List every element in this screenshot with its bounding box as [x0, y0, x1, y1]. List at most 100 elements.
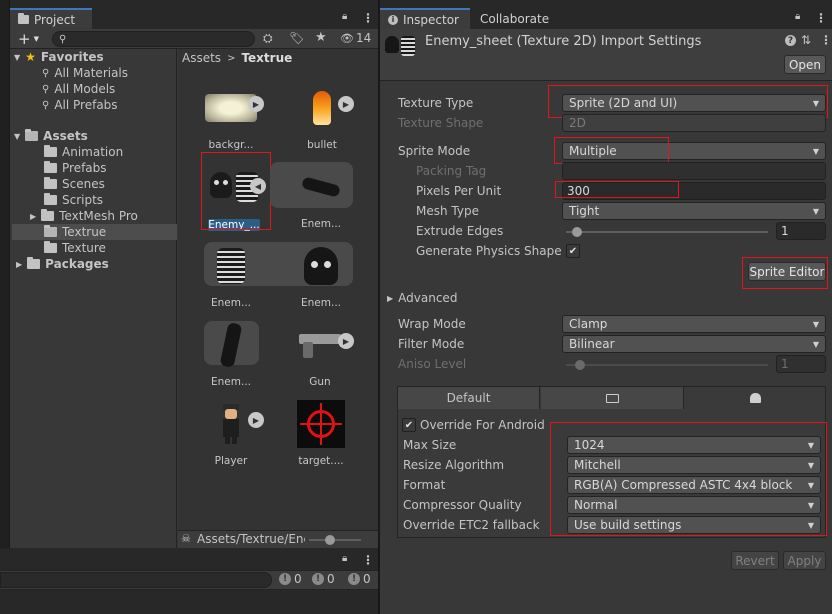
generate-physics-label: Generate Physics Shape [416, 244, 562, 258]
filter-mode-label: Filter Mode [398, 337, 465, 351]
asset-tile[interactable]: ▶ Gun [280, 316, 360, 388]
tree-folder-texture[interactable]: Texture [44, 240, 106, 256]
mesh-type-label: Mesh Type [416, 204, 479, 218]
folder-icon [44, 177, 57, 189]
add-button-label: + [18, 30, 31, 48]
asset-label: target.... [298, 455, 344, 467]
tab-project[interactable]: Project [10, 8, 92, 29]
wrap-mode-dropdown[interactable]: Clamp ▼ [562, 315, 826, 333]
monitor-icon [605, 393, 619, 403]
kebab-menu-icon[interactable]: ⋮ [820, 33, 832, 47]
tab-collaborate[interactable]: Collaborate [472, 8, 557, 29]
lock-icon[interactable]: 🔒︎ [795, 11, 800, 22]
hidden-packages-toggle[interactable]: 👁︎ 14 [340, 31, 371, 45]
tab-platform-standalone[interactable] [541, 387, 684, 409]
error-icon: ! [279, 573, 291, 585]
asset-tile[interactable]: ▶ backgr... [191, 79, 271, 151]
favorites-star-icon: ★ [25, 50, 36, 64]
search-by-type-icon[interactable]: ⛭ [263, 31, 273, 46]
kebab-menu-icon[interactable]: ⋮ [362, 553, 374, 567]
folder-icon [44, 193, 57, 205]
advanced-label: Advanced [398, 291, 458, 305]
label-tag-icon[interactable]: 🏷︎ [289, 31, 304, 45]
tree-favorites-item[interactable]: ⚲ All Models [42, 81, 115, 97]
open-button[interactable]: Open [784, 55, 826, 74]
asset-tile[interactable]: ▶ bullet [282, 79, 362, 151]
extrude-edges-input[interactable]: 1 [776, 222, 826, 240]
asset-tile[interactable]: Enem... [281, 158, 361, 230]
dropdown-arrow-icon: ▼ [812, 339, 819, 349]
asset-tile[interactable]: Enem... [281, 237, 361, 309]
breadcrumb-current[interactable]: Textrue [241, 51, 292, 65]
tree-folder-scenes[interactable]: Scenes [44, 176, 105, 192]
asset-tile[interactable]: target.... [281, 395, 361, 467]
lock-icon[interactable]: 🔒︎ [342, 553, 347, 564]
enemy-sheet-preview-icon [385, 36, 415, 56]
tab-platform-default[interactable]: Default [398, 387, 540, 409]
console-warning-toggle[interactable]: ! 0 [312, 572, 335, 586]
extrude-edges-knob[interactable] [572, 227, 582, 237]
asset-tile[interactable]: ▶ Player [191, 395, 271, 467]
tree-item-label: Scenes [62, 177, 105, 191]
star-favorite-icon[interactable]: ★ [315, 30, 327, 45]
tree-favorites-item[interactable]: ⚲ All Prefabs [42, 97, 118, 113]
enemy-skull-sprite-icon [304, 247, 338, 285]
tree-favorites-item[interactable]: ⚲ All Materials [42, 65, 128, 81]
thumbnail-size-knob[interactable] [325, 535, 335, 545]
help-icon[interactable]: ? [785, 35, 796, 46]
tree-favorites[interactable]: ▼ ★ Favorites [14, 49, 104, 65]
selected-asset-path: Assets/Textrue/Ene [197, 532, 305, 546]
tree-packages[interactable]: ▶ Packages [16, 256, 109, 272]
override-android-label: Override For Android [420, 418, 545, 432]
tree-assets[interactable]: ▼ Assets [14, 128, 88, 144]
play-preview-icon[interactable]: ▶ [248, 412, 264, 428]
tree-folder-textrue[interactable]: Textrue [44, 224, 106, 240]
play-preview-icon[interactable]: ▶ [338, 96, 354, 112]
advanced-foldout[interactable]: ▶ Advanced [387, 291, 457, 305]
message-icon: ! [348, 573, 360, 585]
foldout-arrow-icon: ▶ [387, 293, 394, 303]
play-preview-icon[interactable]: ▶ [338, 333, 354, 349]
tree-item-label: All Materials [54, 66, 129, 80]
extrude-edges-value: 1 [781, 224, 789, 238]
lock-icon[interactable]: 🔒︎ [342, 11, 347, 22]
filter-mode-dropdown[interactable]: Bilinear ▼ [562, 335, 826, 353]
asset-label: Gun [309, 376, 331, 388]
tree-folder-textmeshpro[interactable]: ▶ TextMesh Pro [30, 208, 138, 224]
tab-inspector[interactable]: i Inspector [380, 8, 470, 29]
play-preview-icon[interactable]: ▶ [248, 96, 264, 112]
add-button[interactable]: + ▼ [18, 30, 48, 48]
tab-project-label: Project [34, 12, 76, 27]
kebab-menu-icon[interactable]: ⋮ [362, 11, 374, 25]
extrude-edges-slider[interactable] [566, 231, 768, 233]
tree-folder-prefabs[interactable]: Prefabs [44, 160, 107, 176]
console-error-toggle[interactable]: ! 0 [279, 572, 302, 586]
search-icon: ⚲ [42, 99, 50, 111]
asset-label: backgr... [208, 139, 254, 151]
preset-sliders-icon[interactable]: ⇅ [801, 33, 811, 47]
asset-tile[interactable]: Enem... [191, 316, 271, 388]
search-input[interactable]: ⚲ [52, 31, 255, 47]
packages-label: Packages [45, 257, 109, 271]
tree-folder-scripts[interactable]: Scripts [44, 192, 103, 208]
aniso-level-input: 1 [776, 355, 826, 373]
expand-arrow-icon: ▶ [16, 259, 23, 269]
console-search-input[interactable] [0, 572, 272, 588]
thumbnail-size-slider[interactable] [309, 539, 361, 541]
folder-tree [12, 49, 177, 548]
tab-platform-android[interactable] [685, 387, 825, 409]
generate-physics-checkbox[interactable]: ✔ [566, 244, 580, 258]
kebab-menu-icon[interactable]: ⋮ [815, 11, 827, 25]
search-icon: ⚲ [42, 83, 50, 95]
tree-item-label: TextMesh Pro [59, 209, 138, 223]
mesh-type-dropdown[interactable]: Tight ▼ [562, 202, 826, 220]
highlight-pixels-per-unit [555, 181, 679, 198]
asset-tile[interactable]: Enem... [191, 237, 271, 309]
tree-folder-animation[interactable]: Animation [44, 144, 123, 160]
console-message-toggle[interactable]: ! 0 [348, 572, 371, 586]
breadcrumb-root[interactable]: Assets [182, 51, 221, 65]
override-android-checkbox[interactable]: ✔ [402, 418, 416, 432]
favorites-label: Favorites [40, 50, 104, 64]
override-etc2-label: Override ETC2 fallback [403, 518, 540, 532]
expand-arrow-icon: ▶ [30, 211, 37, 221]
